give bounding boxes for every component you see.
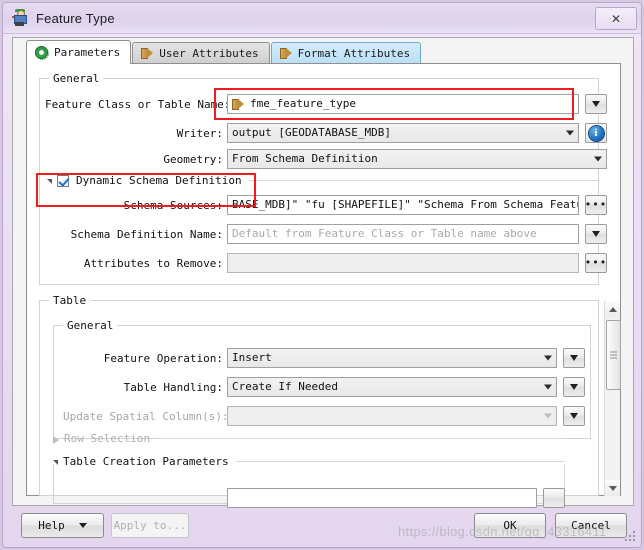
feature-class-value: fme_feature_type [250,97,356,110]
row-selection-label: Row Selection [64,432,151,445]
table-scrollbar[interactable] [604,301,621,496]
feature-class-dropdown-button[interactable] [585,94,607,114]
parameters-panel: General Feature Class or Table Name: fme… [26,63,621,508]
group-divider [248,180,599,181]
resize-grip[interactable] [623,529,635,541]
schema-sources-value: BASE_MDB]" "fu [SHAPEFILE]" "Schema From… [232,198,579,211]
schema-definition-name-input[interactable]: Default from Feature Class or Table name… [227,224,579,244]
dynamic-schema-label: Dynamic Schema Definition [76,174,242,187]
attributes-to-remove-label: Attributes to Remove: [83,257,223,270]
dynamic-schema-definition-header[interactable]: Dynamic Schema Definition [47,174,599,187]
writer-info-button[interactable]: i [585,123,607,143]
ok-button[interactable]: OK [474,513,546,538]
fme-workbench-icon [11,9,29,27]
dialog-client-area: Parameters User Attributes Format Attrib… [12,37,634,508]
schema-definition-name-label: Schema Definition Name: [70,228,223,241]
gear-icon [35,46,49,60]
dialog-window: Feature Type ✕ Parameters User Attribute… [2,2,642,548]
feature-operation-combobox[interactable]: Insert [227,348,557,368]
cancel-button-label: Cancel [571,519,611,532]
close-icon: ✕ [610,11,622,26]
general-group-title: General [49,72,104,85]
scroll-up-button[interactable] [605,301,620,317]
writer-combobox[interactable]: output [GEODATABASE_MDB] [227,123,579,143]
tab-parameters[interactable]: Parameters [26,40,132,64]
apply-to-button-label: Apply to... [113,519,187,532]
scroll-down-button[interactable] [605,480,620,496]
tab-format-attributes-label: Format Attributes [297,47,411,60]
table-group-title: Table [49,294,91,307]
tab-user-attributes-label: User Attributes [159,47,259,60]
table-general-group-title: General [63,319,118,332]
update-spatial-column-label: Update Spatial Column(s): [63,410,229,423]
feature-class-input[interactable]: fme_feature_type [227,94,579,114]
ellipsis-icon: ••• [584,198,608,211]
arrow-icon [141,47,154,60]
ellipsis-icon: ••• [584,256,608,269]
tab-format-attributes[interactable]: Format Attributes [270,42,422,64]
tab-parameters-label: Parameters [54,46,121,59]
info-icon: i [588,125,604,141]
chevron-down-icon [544,413,552,419]
feature-class-label: Feature Class or Table Name: [45,98,231,111]
chevron-down-icon [594,156,602,162]
group-divider [157,438,565,439]
geometry-combobox[interactable]: From Schema Definition [227,149,607,169]
tab-strip: Parameters User Attributes Format Attrib… [13,38,633,64]
chevron-down-icon [544,384,552,390]
table-handling-value: Create If Needed [232,380,338,393]
footer-button-bar: Help Apply to... OK Cancel [12,509,634,543]
schema-sources-label: Schema Sources: [123,199,223,212]
title-bar: Feature Type ✕ [3,3,641,34]
update-spatial-column-dropdown-button[interactable] [563,406,585,426]
geometry-value: From Schema Definition [232,152,378,165]
feature-type-arrow-icon [232,98,244,111]
chevron-down-icon [570,355,578,361]
feature-operation-value: Insert [232,351,272,364]
tab-user-attributes[interactable]: User Attributes [132,42,270,64]
triangle-down-icon [608,485,617,491]
cancel-button[interactable]: Cancel [555,513,627,538]
close-button[interactable]: ✕ [595,7,637,30]
grip-icon [610,351,617,359]
scrollbar-thumb[interactable] [606,320,621,390]
schema-definition-name-placeholder: Default from Feature Class or Table name… [232,227,537,240]
row-selection-header[interactable]: Row Selection [53,432,565,445]
expander-triangle-icon[interactable] [47,179,52,184]
apply-to-button: Apply to... [111,513,189,538]
chevron-down-icon [570,413,578,419]
ok-button-label: OK [503,519,517,532]
dynamic-schema-checkbox[interactable] [57,174,69,187]
triangle-up-icon [608,306,617,312]
chevron-down-icon [78,523,87,528]
chevron-down-icon [566,130,574,136]
chevron-down-icon [544,355,552,361]
table-handling-label: Table Handling: [123,381,223,394]
arrow-icon [279,47,292,60]
feature-operation-dropdown-button[interactable] [563,348,585,368]
feature-operation-label: Feature Operation: [103,352,223,365]
attributes-to-remove-browse-button[interactable]: ••• [585,253,607,273]
schema-sources-browse-button[interactable]: ••• [585,195,607,215]
group-divider [235,461,565,462]
geometry-label: Geometry: [163,153,223,166]
table-handling-combobox[interactable]: Create If Needed [227,377,557,397]
schema-sources-input[interactable]: BASE_MDB]" "fu [SHAPEFILE]" "Schema From… [227,195,579,215]
help-button-label: Help [38,519,65,532]
clipped-parameter-button[interactable] [543,488,565,508]
update-spatial-column-combobox [227,406,557,426]
writer-label: Writer: [176,127,223,140]
attributes-to-remove-input[interactable] [227,253,579,273]
chevron-down-icon [592,101,600,107]
writer-value: output [GEODATABASE_MDB] [232,126,391,139]
chevron-down-icon [592,231,600,237]
window-title: Feature Type [36,10,115,26]
help-button[interactable]: Help [21,513,104,538]
schema-definition-name-dropdown-button[interactable] [585,224,607,244]
expander-triangle-icon[interactable] [53,435,59,444]
screenshot-root: Feature Type ✕ Parameters User Attribute… [0,0,644,550]
table-handling-dropdown-button[interactable] [563,377,585,397]
chevron-down-icon [570,384,578,390]
clipped-parameter-input[interactable] [227,488,537,508]
